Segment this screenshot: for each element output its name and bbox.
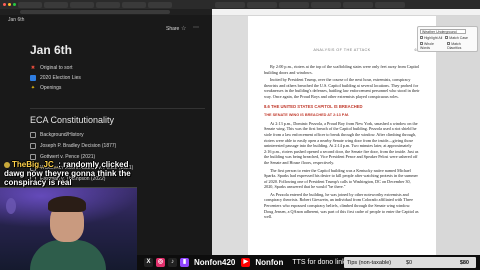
streamer-hair (48, 196, 86, 212)
star-icon[interactable]: ☆ (181, 25, 186, 32)
paragraph: Incited by President Trump, over the cou… (264, 77, 420, 99)
list-item-label: 2020 Election Lies (40, 75, 81, 81)
browser-tab[interactable] (343, 1, 373, 8)
list-item-label: Background/History (40, 131, 84, 138)
pdf-sidebar (212, 16, 248, 261)
divider (30, 108, 205, 109)
section-heading: ECA Constitutionality (30, 115, 115, 125)
blue-box-icon (30, 75, 36, 81)
browser-tab[interactable] (279, 1, 309, 8)
browser-tab[interactable] (18, 1, 42, 8)
whole-words-option[interactable]: Whole Words (420, 42, 444, 50)
running-header: ANALYSIS OF THE ATTACK (313, 48, 371, 52)
list-item[interactable]: ✦ Openings (30, 83, 81, 93)
twitch-icon: ▮ (180, 258, 189, 267)
paragraph: As Pezzola entered the building, he was … (264, 191, 419, 220)
browser-tab[interactable] (70, 1, 94, 8)
close-window-icon[interactable] (3, 3, 6, 6)
stream-overlay-bar: X ◎ ♪ ▮ Nonfon420 ▶ Nonfon TTS for dono … (137, 255, 480, 270)
browser-tab[interactable] (375, 1, 405, 8)
find-input[interactable]: Weather Underground (420, 29, 466, 34)
document-body: By 2:00 p.m., rioters at the top of the … (264, 64, 420, 222)
list-item[interactable]: 2020 Election Lies (30, 73, 81, 83)
tts-label: TTS for dono link (292, 259, 346, 266)
tips-goal: $80 (459, 259, 469, 266)
zoom-window-icon[interactable] (13, 3, 16, 6)
more-options-icon[interactable]: ⋯ (193, 24, 199, 31)
list-item-label: Original to sort (40, 65, 73, 71)
list-item[interactable]: Background/History (30, 129, 133, 140)
instagram-icon: ◎ (156, 258, 165, 267)
page-icon (30, 131, 36, 138)
pdf-gutter (436, 16, 480, 261)
left-browser-tabbar (0, 0, 212, 9)
social-links: X ◎ ♪ ▮ Nonfon420 ▶ Nonfon TTS for dono … (137, 258, 346, 267)
list-item[interactable]: Joseph P. Bradley Decision (1877) (30, 140, 133, 151)
tips-goal-widget: Tips (non-taxable) $0 $80 (344, 257, 476, 268)
share-button[interactable]: Share (166, 26, 179, 32)
sparkle-icon: ✦ (30, 85, 36, 91)
x-icon: X (144, 258, 153, 267)
right-browser-tabbar (212, 0, 480, 9)
youtube-handle: Nonfon (255, 258, 284, 267)
list-item-label: Openings (40, 85, 62, 91)
chat-message: TheBig_JC_: randomly clicked dawg now th… (4, 160, 131, 187)
lamp (6, 198, 16, 214)
browser-tab[interactable] (122, 1, 146, 8)
tips-current: $0 (406, 259, 413, 266)
url-field[interactable] (20, 10, 170, 14)
find-bar: Weather Underground Highlight All Match … (417, 26, 478, 52)
paragraph: By 2:00 p.m., rioters at the top of the … (264, 64, 420, 75)
browser-tab[interactable] (96, 1, 120, 8)
subsection-heading: THE SENATE WING IS BREACHED AT 2:13 P.M. (264, 113, 350, 118)
page-list: ✖ Original to sort 2020 Election Lies ✦ … (30, 63, 81, 93)
page-icon (30, 153, 36, 160)
page-header: ANALYSIS OF THE ATTACK 653 (248, 48, 436, 52)
checkbox[interactable] (445, 36, 449, 39)
pdf-toolbar (212, 9, 480, 16)
cross-mark-icon: ✖ (30, 65, 36, 71)
section-heading: 8.6 THE UNITED STATES CAPITOL IS BREACHE… (264, 103, 363, 109)
match-diacritics-option[interactable]: Match Diacritics (447, 42, 475, 50)
webcam-feed (0, 187, 137, 270)
youtube-icon: ▶ (241, 258, 251, 267)
chat-username: TheBig_JC_ (12, 160, 59, 169)
minimize-window-icon[interactable] (8, 3, 11, 6)
checkbox[interactable] (447, 42, 451, 45)
checkbox[interactable] (420, 42, 423, 45)
stream-screen: Jan 6th Share ☆ ⋯ Jan 6th ✖ Original to … (0, 0, 480, 270)
match-case-option[interactable]: Match Case (445, 36, 468, 40)
browser-tab[interactable] (215, 1, 245, 8)
checkbox[interactable] (420, 36, 423, 39)
page-icon (30, 142, 36, 149)
list-item[interactable]: ✖ Original to sort (30, 63, 81, 73)
browser-tab[interactable] (44, 1, 68, 8)
pdf-page: ANALYSIS OF THE ATTACK 653 By 2:00 p.m.,… (248, 16, 436, 261)
list-item-label: Joseph P. Bradley Decision (1877) (40, 142, 117, 149)
tiktok-icon: ♪ (168, 258, 177, 267)
social-handle: Nonfon420 (194, 258, 236, 267)
chat-avatar (4, 161, 10, 168)
browser-tab[interactable] (148, 1, 172, 8)
browser-tab[interactable] (311, 1, 341, 8)
breadcrumb[interactable]: Jan 6th (8, 17, 24, 23)
streamer-body (30, 240, 106, 270)
highlight-all-option[interactable]: Highlight All (420, 36, 442, 40)
tips-label: Tips (non-taxable) (347, 259, 392, 266)
paragraph: The first person to enter the Capitol bu… (264, 167, 418, 190)
browser-tab[interactable] (247, 1, 277, 8)
paragraph: At 2:13 p.m., Dominic Pezzola, a Proud B… (264, 120, 419, 165)
page-title: Jan 6th (30, 43, 73, 57)
list-item-label: Gottwert v. Pence (2021) (40, 153, 96, 160)
